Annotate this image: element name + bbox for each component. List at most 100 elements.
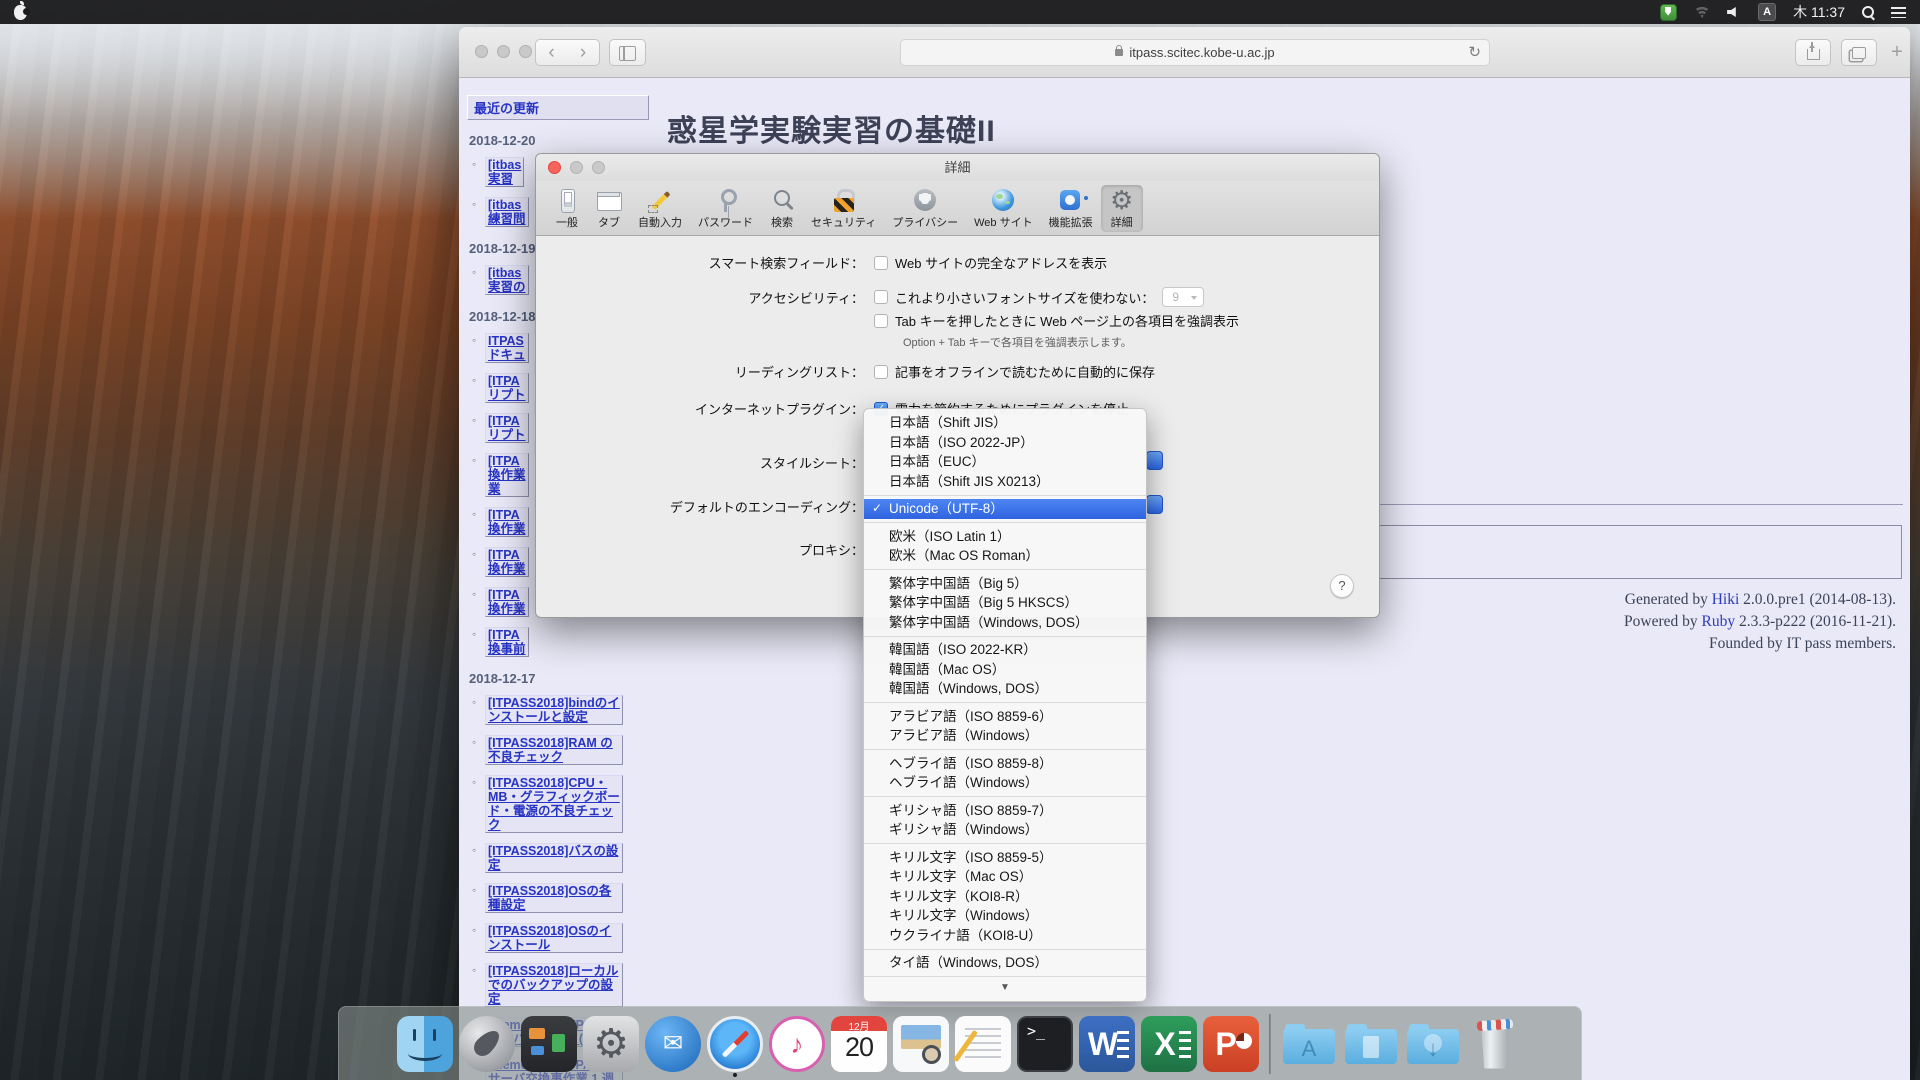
window-close-button[interactable] xyxy=(475,45,488,58)
encoding-menu-item[interactable]: ヘブライ語（ISO 8859-8） xyxy=(864,754,1146,774)
encoding-menu-item[interactable]: 欧米（Mac OS Roman） xyxy=(864,546,1146,566)
recent-update-entry[interactable]: [ITPA 換事前 xyxy=(485,627,649,658)
encoding-menu-item[interactable]: 日本語（ISO 2022-JP） xyxy=(864,433,1146,453)
footer-link[interactable]: Hiki xyxy=(1712,591,1740,608)
reading-list-checkbox[interactable] xyxy=(874,365,888,379)
encoding-menu-item[interactable]: 繁体字中国語（Big 5 HKSCS） xyxy=(864,593,1146,613)
shield-status-icon[interactable] xyxy=(1660,4,1677,21)
encoding-menu-item[interactable]: ▼ xyxy=(864,981,1146,997)
dock-trash-icon[interactable] xyxy=(1467,1016,1523,1072)
prefs-tab-passwords[interactable]: パスワード xyxy=(690,185,761,232)
recent-update-entry[interactable]: [ITPASS2018]ローカルでのバックアップの設定 xyxy=(485,963,649,1008)
encoding-menu-item[interactable]: ギリシャ語（ISO 8859-7） xyxy=(864,801,1146,821)
encoding-menu-item[interactable] xyxy=(864,949,1146,950)
new-tab-button[interactable]: + xyxy=(1887,39,1907,66)
encoding-menu-item[interactable]: 韓国語（ISO 2022-KR） xyxy=(864,640,1146,660)
encoding-menu-item[interactable]: キリル文字（Windows） xyxy=(864,906,1146,926)
window-minimize-button[interactable] xyxy=(497,45,510,58)
recent-update-entry[interactable]: [ITPASS2018]OSの各種設定 xyxy=(485,883,649,914)
encoding-menu-item[interactable]: アラビア語（ISO 8859-6） xyxy=(864,707,1146,727)
encoding-menu-item[interactable]: アラビア語（Windows） xyxy=(864,726,1146,746)
encoding-menu-item[interactable]: ギリシャ語（Windows） xyxy=(864,820,1146,840)
min-font-size-checkbox[interactable] xyxy=(874,290,888,304)
dock-launchpad-icon[interactable] xyxy=(459,1016,515,1072)
sidebar-toggle-button[interactable] xyxy=(609,39,646,66)
dock-terminal-icon[interactable]: >_ xyxy=(1017,1016,1073,1072)
prefs-tab-websites[interactable]: Web サイト xyxy=(966,185,1040,232)
prefs-tab-extensions[interactable]: 機能拡張 xyxy=(1041,185,1101,232)
reload-button[interactable]: ↻ xyxy=(1468,40,1481,65)
recent-update-entry[interactable]: [ITPASS2018]bindのインストールと設定 xyxy=(485,695,649,726)
encoding-menu-item[interactable] xyxy=(864,976,1146,977)
recent-update-entry[interactable]: [ITPASS2018]バスの設定 xyxy=(485,843,649,874)
encoding-menu-item[interactable]: キリル文字（ISO 8859-5） xyxy=(864,848,1146,868)
menu-bar-clock[interactable]: 木 11:37 xyxy=(1793,2,1845,22)
volume-icon[interactable] xyxy=(1727,6,1741,18)
share-button[interactable] xyxy=(1795,39,1831,66)
encoding-menu-item[interactable]: 日本語（Shift JIS） xyxy=(864,413,1146,433)
dock-textedit-icon[interactable] xyxy=(955,1016,1011,1072)
encoding-menu-item[interactable]: タイ語（Windows, DOS） xyxy=(864,953,1146,973)
recent-update-entry[interactable]: [ITPASS2018]CPU・MB・グラフィックボード・電源の不良チェック xyxy=(485,775,649,834)
forward-button[interactable]: › xyxy=(567,39,600,66)
font-size-select[interactable]: 9 xyxy=(1162,287,1204,307)
encoding-menu-item[interactable]: 繁体字中国語（Big 5） xyxy=(864,574,1146,594)
dock-downloads-folder-icon[interactable]: ↓ xyxy=(1405,1016,1461,1072)
dock-excel-icon[interactable]: X xyxy=(1141,1016,1197,1072)
recent-update-entry[interactable]: [ITPASS2018]RAM の不良チェック xyxy=(485,735,649,766)
encoding-menu-item[interactable]: ウクライナ語（KOI8-U） xyxy=(864,926,1146,946)
encoding-menu-item[interactable]: 日本語（Shift JIS X0213） xyxy=(864,472,1146,492)
smart-search-checkbox[interactable] xyxy=(874,256,888,270)
prefs-tab-autofill[interactable]: 自動入力 xyxy=(630,185,690,232)
window-zoom-button[interactable] xyxy=(519,45,532,58)
encoding-menu-item[interactable] xyxy=(864,843,1146,844)
dock-finder-icon[interactable] xyxy=(397,1016,453,1072)
encoding-menu-item[interactable] xyxy=(864,796,1146,797)
wifi-off-icon[interactable] xyxy=(1694,6,1710,18)
encoding-menu-item[interactable] xyxy=(864,749,1146,750)
dock-itunes-icon[interactable]: ♪ xyxy=(769,1016,825,1072)
encoding-menu-item[interactable] xyxy=(864,522,1146,523)
prefs-tab-tabs[interactable]: タブ xyxy=(588,185,630,232)
recent-update-entry[interactable]: [ITPASS2018]OSのインストール xyxy=(485,923,649,954)
input-source-icon[interactable]: A xyxy=(1758,3,1776,21)
encoding-popup-button[interactable] xyxy=(1146,495,1163,514)
prefs-tab-general[interactable]: 一般 xyxy=(546,185,588,232)
encoding-menu-item[interactable]: ヘブライ語（Windows） xyxy=(864,773,1146,793)
dock-system-preferences-icon[interactable]: ⚙ xyxy=(583,1016,639,1072)
encoding-menu-item[interactable]: キリル文字（KOI8-R） xyxy=(864,887,1146,907)
notification-center-icon[interactable] xyxy=(1891,7,1906,18)
prefs-tab-security[interactable]: セキュリティ xyxy=(803,185,884,232)
encoding-menu-item[interactable] xyxy=(864,495,1146,496)
stylesheet-popup-button[interactable] xyxy=(1146,451,1163,470)
prefs-tab-advanced[interactable]: 詳細 xyxy=(1101,185,1143,232)
encoding-menu-item[interactable]: キリル文字（Mac OS） xyxy=(864,867,1146,887)
encoding-menu-item[interactable]: 日本語（EUC） xyxy=(864,452,1146,472)
encoding-menu-item[interactable]: 繁体字中国語（Windows, DOS） xyxy=(864,613,1146,633)
encoding-menu-item[interactable]: 韓国語（Mac OS） xyxy=(864,660,1146,680)
apple-logo-icon[interactable] xyxy=(14,5,27,20)
prefs-tab-search[interactable]: 検索 xyxy=(761,185,803,232)
spotlight-icon[interactable] xyxy=(1862,6,1874,18)
encoding-menu-item[interactable] xyxy=(864,702,1146,703)
encoding-menu-item[interactable]: 韓国語（Windows, DOS） xyxy=(864,679,1146,699)
encoding-menu-item[interactable]: 欧米（ISO Latin 1） xyxy=(864,527,1146,547)
back-button[interactable]: ‹ xyxy=(535,39,568,66)
encoding-menu-item[interactable] xyxy=(864,636,1146,637)
encoding-menu-item[interactable]: ✓ Unicode（UTF-8） xyxy=(864,499,1146,519)
dock-applications-folder-icon[interactable]: A xyxy=(1281,1016,1337,1072)
encoding-menu-item[interactable] xyxy=(864,569,1146,570)
tab-highlight-checkbox[interactable] xyxy=(874,314,888,328)
dock-powerpoint-icon[interactable]: P xyxy=(1203,1016,1259,1072)
dock-safari-icon[interactable] xyxy=(707,1016,763,1072)
address-bar[interactable]: itpass.scitec.kobe-u.ac.jp ↻ xyxy=(900,39,1490,66)
dock-preview-icon[interactable] xyxy=(893,1016,949,1072)
tab-overview-button[interactable] xyxy=(1841,39,1877,66)
prefs-tab-privacy[interactable]: プライバシー xyxy=(884,185,966,232)
dock-word-icon[interactable]: W xyxy=(1079,1016,1135,1072)
footer-link[interactable]: Ruby xyxy=(1702,613,1736,630)
dock-thunderbird-icon[interactable]: ✉ xyxy=(645,1016,701,1072)
dock-mission-control-icon[interactable] xyxy=(521,1016,577,1072)
dock-documents-folder-icon[interactable] xyxy=(1343,1016,1399,1072)
help-button[interactable]: ? xyxy=(1330,574,1354,598)
